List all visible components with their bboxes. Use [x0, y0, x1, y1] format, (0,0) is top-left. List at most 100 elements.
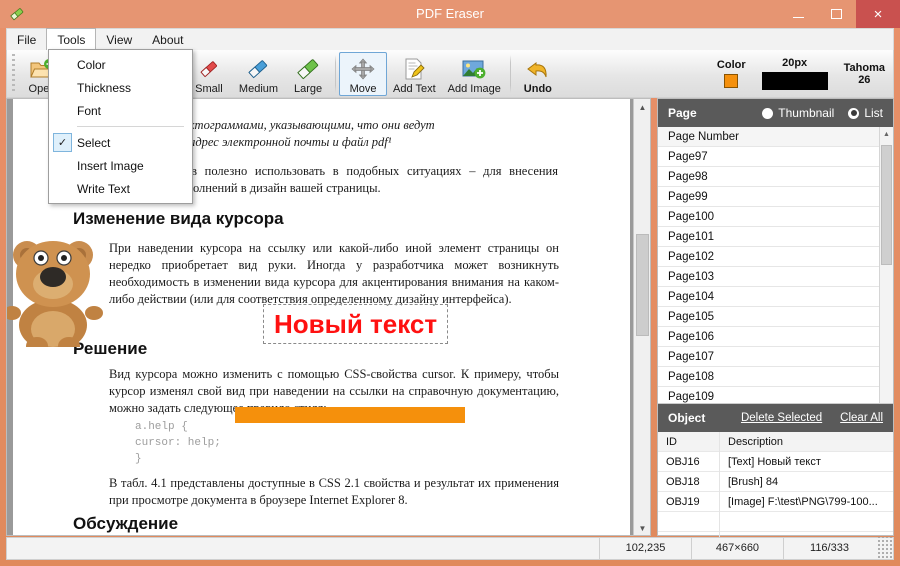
status-bar: 102,235 467×660 116/333 [6, 537, 894, 560]
add-text-icon [401, 56, 427, 82]
menu-item-view[interactable]: View [96, 29, 142, 50]
color-swatch[interactable] [724, 74, 738, 88]
brush-object-overlay[interactable] [235, 407, 465, 423]
toolbar-font-property[interactable]: Tahoma 26 [836, 52, 893, 96]
radio-list-label: List [864, 106, 883, 120]
thickness-label: 20px [782, 57, 807, 69]
radio-thumbnail[interactable]: Thumbnail [762, 106, 834, 120]
toolbar-button-medium[interactable]: Medium [233, 52, 284, 96]
page-view-mode-group: Thumbnail List [762, 106, 883, 120]
toolbar-label-add-image: Add Image [448, 83, 501, 95]
page-list-item[interactable]: Page107 [658, 347, 893, 367]
menu-separator [77, 126, 184, 127]
menu-item-about[interactable]: About [142, 29, 193, 50]
page-list-item[interactable]: Page104 [658, 287, 893, 307]
object-column-id: ID [658, 432, 720, 452]
page-list-item[interactable]: Page105 [658, 307, 893, 327]
close-button[interactable]: × [856, 0, 900, 28]
page-list-item[interactable]: Page102 [658, 247, 893, 267]
object-table-row-empty[interactable] [658, 512, 893, 532]
object-table-row[interactable]: OBJ18 [Brush] 84 [658, 472, 893, 492]
toolbar-label-move: Move [350, 83, 377, 95]
object-row-id: OBJ18 [658, 472, 720, 492]
eraser-small-icon [196, 56, 222, 82]
page-list-item[interactable]: Page100 [658, 207, 893, 227]
page-list-item[interactable]: Page99 [658, 187, 893, 207]
status-size-cell: 102,235 [599, 537, 691, 560]
toolbar-label-small: Small [195, 83, 223, 95]
color-label: Color [717, 59, 746, 71]
radio-list-dot [848, 108, 859, 119]
object-row-description: [Image] F:\test\PNG\799-100... [720, 492, 893, 512]
page-scroll-up-icon[interactable]: ▲ [880, 127, 893, 141]
page-list-item[interactable]: Page106 [658, 327, 893, 347]
status-dimensions-cell: 467×660 [691, 537, 783, 560]
object-panel-header: Object Delete Selected Clear All [658, 404, 893, 432]
window-title: PDF Eraser [0, 0, 900, 28]
object-table-row[interactable]: OBJ19 [Image] F:\test\PNG\799-100... [658, 492, 893, 512]
toolbar-grip[interactable] [9, 54, 18, 94]
toolbar-button-add-text[interactable]: Add Text [387, 52, 442, 96]
clear-all-button[interactable]: Clear All [840, 412, 883, 424]
page-list-item[interactable]: Page97 [658, 147, 893, 167]
object-row-description: [Brush] 84 [720, 472, 893, 492]
toolbar-button-large[interactable]: Large [284, 52, 332, 96]
page-scroll-thumb[interactable] [881, 145, 892, 265]
menu-item-tools[interactable]: Tools [46, 28, 96, 50]
menu-option-font[interactable]: Font [49, 99, 192, 122]
object-column-description: Description [720, 432, 893, 452]
object-table-row[interactable]: OBJ16 [Text] Новый текст [658, 452, 893, 472]
page-list-item[interactable]: Page101 [658, 227, 893, 247]
radio-thumbnail-dot [762, 108, 773, 119]
object-table-header: ID Description [658, 432, 893, 452]
object-table[interactable]: ID Description OBJ16 [Text] Новый текст … [658, 432, 893, 552]
object-panel-title: Object [668, 411, 705, 425]
document-scroll-thumb[interactable] [636, 234, 649, 336]
bear-image-object[interactable] [6, 227, 103, 347]
title-bar: PDF Eraser × [0, 0, 900, 28]
toolbar-button-move[interactable]: Move [339, 52, 387, 96]
page-list-item[interactable]: Page98 [658, 167, 893, 187]
page-list-item[interactable]: Page103 [658, 267, 893, 287]
radio-list[interactable]: List [848, 106, 883, 120]
object-row-id-empty [658, 512, 720, 532]
delete-selected-button[interactable]: Delete Selected [741, 412, 822, 424]
document-scrollbar[interactable]: ▲ ▼ [633, 99, 650, 536]
text-object-overlay[interactable]: Новый текст [263, 304, 448, 344]
tools-dropdown-menu[interactable]: Color Thickness Font ✓ Select Insert Ima… [48, 49, 193, 204]
toolbar-label-add-text: Add Text [393, 83, 436, 95]
menu-option-select[interactable]: ✓ Select [49, 131, 192, 154]
toolbar-button-add-image[interactable]: Add Image [442, 52, 507, 96]
menu-option-thickness[interactable]: Thickness [49, 76, 192, 99]
toolbar-thickness-property[interactable]: 20px [754, 52, 836, 96]
page-panel-title: Page [668, 106, 697, 120]
menu-item-file[interactable]: File [7, 29, 46, 50]
move-arrows-icon [350, 56, 376, 82]
doc-paragraph-table: В табл. 4.1 представлены доступные в CSS… [109, 475, 559, 509]
page-list-item[interactable]: Page109 [658, 387, 893, 404]
menu-option-color[interactable]: Color [49, 53, 192, 76]
scroll-down-icon[interactable]: ▼ [634, 520, 651, 536]
menu-option-insert-image[interactable]: Insert Image [49, 154, 192, 177]
minimize-button[interactable] [778, 0, 818, 28]
toolbar-separator [335, 55, 336, 93]
scroll-up-icon[interactable]: ▲ [634, 99, 651, 116]
maximize-button[interactable] [816, 0, 856, 28]
doc-code-line-1: a.help { [135, 419, 188, 435]
eraser-large-icon [295, 56, 321, 82]
object-row-description-empty [720, 512, 893, 532]
doc-code-line-2: cursor: help; [135, 435, 221, 451]
menu-option-write-text[interactable]: Write Text [49, 177, 192, 200]
doc-paragraph-cursor: При наведении курсора на ссылку или како… [109, 240, 559, 308]
page-list[interactable]: Page Number Page97 Page98 Page99 Page100… [658, 127, 893, 404]
eraser-medium-icon [245, 56, 271, 82]
toolbar-label-large: Large [294, 83, 322, 95]
page-list-scrollbar[interactable]: ▲ [879, 127, 893, 404]
page-panel-header: Page Thumbnail List [658, 99, 893, 127]
toolbar-button-undo[interactable]: Undo [514, 52, 562, 96]
check-icon: ✓ [53, 133, 72, 152]
thickness-preview [762, 72, 828, 90]
page-list-item[interactable]: Page108 [658, 367, 893, 387]
toolbar-color-property[interactable]: Color [709, 52, 754, 96]
resize-grip-icon[interactable] [877, 537, 893, 560]
